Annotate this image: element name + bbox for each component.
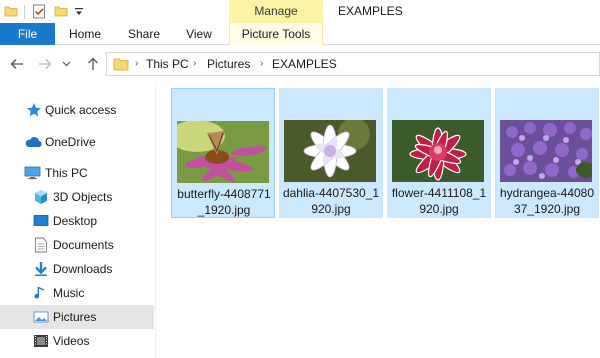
sidebar-item-music[interactable]: Music [0,281,154,305]
navigation-pane: Quick access OneDrive This PC 3D Objects… [0,82,154,358]
breadcrumb-pictures[interactable]: Pictures [207,53,250,75]
sidebar-item-pictures[interactable]: Pictures [0,305,154,329]
music-icon [33,285,49,301]
forward-button[interactable] [36,55,54,73]
sidebar-item-onedrive[interactable]: OneDrive [0,130,154,154]
file-name-line-2: _1920.jpg [197,203,251,217]
arrow-right-icon [39,59,52,69]
sidebar-item-label: OneDrive [45,135,96,149]
sidebar-item-quick-access[interactable]: Quick access [0,98,154,122]
sidebar-item-label: Documents [53,238,114,252]
folder-icon [113,57,129,74]
sidebar-item-label: Pictures [53,310,97,324]
thumbnail-butterfly [177,121,269,183]
thumbnail-flower [392,120,484,182]
sidebar-item-documents[interactable]: Documents [0,233,154,257]
file-name: hydrangea-44080 37_1920.jpg [495,185,599,217]
thumbnail-dahlia [284,120,376,182]
customize-toolbar-icon[interactable] [74,6,84,20]
title-bar: Manage EXAMPLES [0,0,600,23]
file-name: butterfly-4408771 _1920.jpg [172,186,276,218]
download-icon [33,261,49,277]
sidebar-item-label: Quick access [45,103,117,117]
file-name: dahlia-4407530_1 920.jpg [279,185,383,217]
file-item[interactable]: dahlia-4407530_1 920.jpg [279,88,383,218]
address-bar[interactable]: › This PC › Pictures › EXAMPLES [106,52,600,76]
sidebar-item-label: This PC [45,166,88,180]
sidebar-item-this-pc[interactable]: This PC [0,161,154,185]
sidebar-item-label: Desktop [53,214,98,228]
sidebar-item-3d-objects[interactable]: 3D Objects [0,185,154,209]
file-item[interactable]: hydrangea-44080 37_1920.jpg [495,88,599,218]
manage-contextual-tab[interactable]: Manage [229,0,323,23]
computer-icon [24,165,41,181]
arrow-left-icon [10,59,23,69]
cloud-icon [24,134,42,150]
breadcrumb-separator[interactable]: › [260,53,263,75]
file-name: flower-4411108_1 920.jpg [387,185,491,217]
file-name-line-1: flower-4411108_1 [391,186,487,200]
thumbnail-hydrangea [500,120,592,182]
tab-file[interactable]: File [0,23,55,45]
file-item[interactable]: butterfly-4408771 _1920.jpg [171,88,275,218]
sidebar-item-label: Downloads [53,262,113,276]
file-name-line-2: 920.jpg [419,202,459,216]
qat-separator [24,5,25,19]
sidebar-item-downloads[interactable]: Downloads [0,257,154,281]
arrow-up-icon [88,57,98,70]
sidebar-item-label: 3D Objects [53,190,113,204]
breadcrumb-this-pc[interactable]: This PC [146,53,189,75]
sidebar-item-desktop[interactable]: Desktop [0,209,154,233]
file-name-line-1: hydrangea-44080 [499,186,595,200]
recent-locations-button[interactable] [60,55,72,73]
file-item[interactable]: flower-4411108_1 920.jpg [387,88,491,218]
chevron-down-icon [62,61,70,67]
tab-home[interactable]: Home [60,23,110,45]
pane-divider[interactable] [155,82,156,358]
cube-icon [33,189,49,205]
video-icon [33,333,49,349]
sidebar-item-videos[interactable]: Videos [0,329,154,353]
breadcrumb-examples[interactable]: EXAMPLES [272,53,337,75]
document-icon [34,237,50,253]
sidebar-item-label: Music [53,286,85,300]
desktop-icon [33,213,49,229]
tab-picture-tools[interactable]: Picture Tools [229,23,323,45]
tab-view[interactable]: View [176,23,222,45]
tab-share[interactable]: Share [120,23,168,45]
sidebar-item-label: Videos [53,334,90,348]
picture-icon [33,309,49,325]
ribbon-tabs: File Home Share View Picture Tools [0,23,600,45]
file-name-line-1: butterfly-4408771 [177,187,271,201]
up-button[interactable] [84,55,102,73]
file-name-line-1: dahlia-4407530_1 [282,186,380,200]
properties-icon[interactable] [32,4,46,22]
folder-icon[interactable] [4,4,18,21]
new-folder-icon[interactable] [54,4,68,21]
breadcrumb-separator[interactable]: › [135,53,138,75]
window-title: EXAMPLES [338,4,403,18]
star-icon [26,102,42,118]
back-button[interactable] [8,55,26,73]
file-name-line-2: 920.jpg [311,202,351,216]
breadcrumb-separator[interactable]: › [193,53,196,75]
file-name-line-2: 37_1920.jpg [513,202,581,216]
